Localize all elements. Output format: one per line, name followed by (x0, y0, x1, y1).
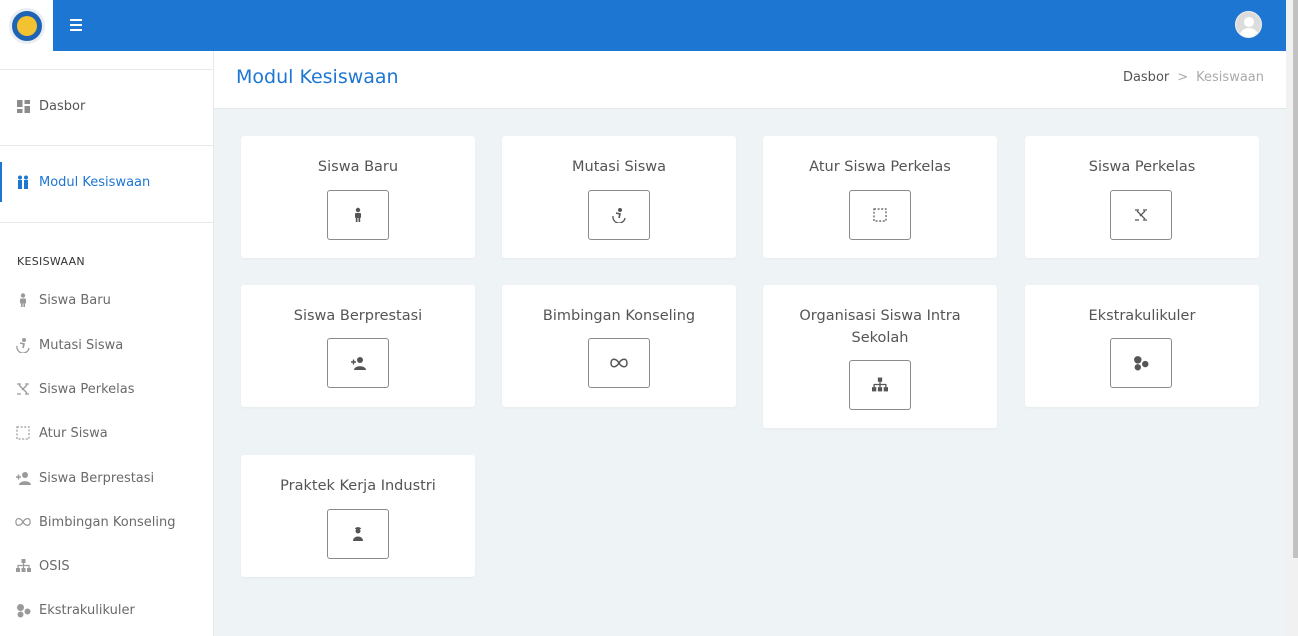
student-icon (355, 207, 361, 222)
org-chart-icon (872, 377, 888, 392)
infinity-icon (610, 358, 628, 368)
worker-icon (353, 527, 363, 541)
card-bimbingan-konseling: Bimbingan Konseling (502, 285, 736, 407)
page-header: Modul Kesiswaan Dasbor > Kesiswaan (214, 51, 1286, 109)
org-chart-icon (15, 558, 31, 574)
user-avatar-icon[interactable] (1235, 11, 1262, 38)
transfer-icon (15, 337, 31, 353)
praktek-kerja-industri-button[interactable] (327, 509, 389, 559)
siswa-baru-button[interactable] (327, 190, 389, 240)
sidebar-divider (0, 222, 214, 223)
student-icon (15, 292, 31, 308)
card-title: Mutasi Siswa (572, 159, 666, 175)
app-logo[interactable] (0, 0, 53, 51)
group-icon (1134, 356, 1149, 371)
breadcrumb-home-link[interactable]: Dasbor (1123, 70, 1169, 85)
sidebar-section-header: KESISWAAN (17, 255, 85, 268)
card-title: Ekstrakulikuler (1088, 308, 1196, 324)
card-organisasi-siswa-intra-sekolah: Organisasi Siswa Intra Sekolah (763, 285, 997, 428)
sidebar-item-label: Mutasi Siswa (39, 337, 124, 353)
sidebar-item-label: Modul Kesiswaan (39, 174, 151, 190)
card-title: Siswa Berprestasi (293, 308, 423, 324)
select-icon (15, 425, 31, 441)
card-title: Siswa Baru (317, 159, 399, 175)
students-icon (15, 174, 31, 190)
sidebar-item-label: Siswa Baru (39, 292, 111, 308)
card-title: Atur Siswa Perkelas (809, 159, 951, 175)
sidebar-item-siswa-baru[interactable]: Siswa Baru (0, 280, 214, 320)
page-title: Modul Kesiswaan (236, 66, 399, 88)
dashboard-icon (15, 98, 31, 114)
scrollbar-thumb[interactable] (1293, 0, 1298, 558)
sidebar-item-bimbingan-konseling[interactable]: Bimbingan Konseling (0, 502, 214, 542)
atur-siswa-perkelas-button[interactable] (849, 190, 911, 240)
mutasi-siswa-button[interactable] (588, 190, 650, 240)
group-icon (15, 602, 31, 618)
card-ekstrakulikuler: Ekstrakulikuler (1025, 285, 1259, 407)
card-mutasi-siswa: Mutasi Siswa (502, 136, 736, 258)
sidebar-item-dasbor[interactable]: Dasbor (0, 86, 214, 126)
siswa-berprestasi-button[interactable] (327, 338, 389, 388)
card-title: Organisasi Siswa Intra Sekolah (799, 308, 961, 346)
breadcrumb-current: Kesiswaan (1196, 70, 1264, 85)
transfer-icon (612, 208, 626, 223)
sidebar-item-osis[interactable]: OSIS (0, 546, 214, 586)
sidebar-divider (0, 69, 214, 70)
card-praktek-kerja-industri: Praktek Kerja Industri (241, 455, 475, 577)
sidebar-item-ekstrakulikuler[interactable]: Ekstrakulikuler (0, 590, 214, 630)
sidebar-item-label: OSIS (39, 558, 70, 574)
class-icon (15, 381, 31, 397)
ekstrakulikuler-button[interactable] (1110, 338, 1172, 388)
sidebar-item-siswa-berprestasi[interactable]: Siswa Berprestasi (0, 458, 214, 498)
breadcrumb: Dasbor > Kesiswaan (1123, 70, 1264, 85)
user-plus-icon (351, 357, 366, 370)
card-title: Praktek Kerja Industri (280, 478, 436, 494)
sidebar-item-label: Atur Siswa (39, 425, 108, 441)
card-siswa-baru: Siswa Baru (241, 136, 475, 258)
card-title: Siswa Perkelas (1088, 159, 1196, 175)
infinity-icon (15, 514, 31, 530)
logo-emblem-icon (8, 7, 45, 44)
sidebar-divider (0, 145, 214, 146)
top-navbar (0, 0, 1286, 51)
select-icon (873, 208, 887, 222)
sidebar: Dasbor Modul Kesiswaan KESISWAAN Siswa B… (0, 51, 214, 636)
page-scrollbar[interactable] (1286, 0, 1298, 636)
sidebar-item-label: Bimbingan Konseling (39, 514, 176, 530)
sidebar-item-modul-kesiswaan[interactable]: Modul Kesiswaan (0, 162, 214, 202)
sidebar-item-label: Dasbor (39, 98, 86, 114)
sidebar-item-atur-siswa[interactable]: Atur Siswa (0, 413, 214, 453)
sidebar-item-label: Siswa Berprestasi (39, 470, 155, 486)
user-plus-icon (15, 470, 31, 486)
hamburger-icon[interactable] (70, 16, 90, 34)
bimbingan-konseling-button[interactable] (588, 338, 650, 388)
breadcrumb-separator: > (1177, 70, 1189, 85)
siswa-perkelas-button[interactable] (1110, 190, 1172, 240)
organisasi-siswa-intra-sekolah-button[interactable] (849, 360, 911, 410)
sidebar-item-siswa-perkelas[interactable]: Siswa Perkelas (0, 369, 214, 409)
card-siswa-perkelas: Siswa Perkelas (1025, 136, 1259, 258)
sidebar-item-label: Ekstrakulikuler (39, 602, 135, 618)
card-atur-siswa-perkelas: Atur Siswa Perkelas (763, 136, 997, 258)
class-icon (1135, 209, 1147, 221)
sidebar-item-label: Siswa Perkelas (39, 381, 135, 397)
card-title: Bimbingan Konseling (542, 308, 696, 324)
sidebar-item-mutasi-siswa[interactable]: Mutasi Siswa (0, 325, 214, 365)
card-siswa-berprestasi: Siswa Berprestasi (241, 285, 475, 407)
